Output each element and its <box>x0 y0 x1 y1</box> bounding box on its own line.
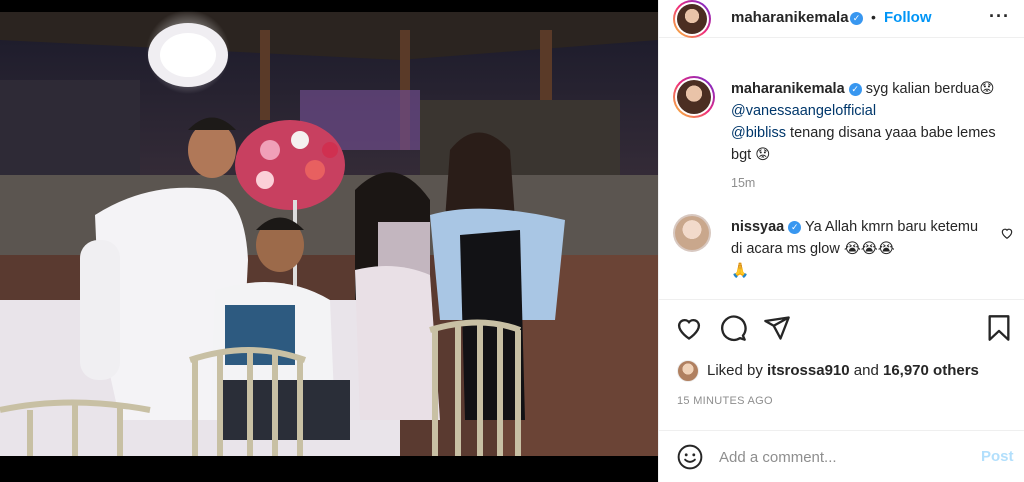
caption-body: syg kalian berdua <box>865 81 980 97</box>
likes-text[interactable]: Liked by itsrossa910 and 16,970 others <box>707 362 979 379</box>
commenter-avatar[interactable] <box>673 214 711 252</box>
caption-emoji: 😟 <box>755 147 771 163</box>
comment-emoji: 🙏 <box>731 263 750 279</box>
share-icon[interactable] <box>763 314 791 342</box>
caption-time[interactable]: 15m <box>731 176 755 190</box>
post-timestamp[interactable]: 15 MINUTES AGO <box>677 395 773 407</box>
liker-avatar[interactable] <box>677 360 699 382</box>
post-photo-illustration <box>0 10 658 456</box>
comment-emoji: 😭😭😭 <box>843 241 895 257</box>
verified-badge-icon: ✓ <box>788 221 802 234</box>
caption-username[interactable]: maharanikemala <box>731 81 845 97</box>
likes-count[interactable]: 16,970 others <box>883 362 979 379</box>
post-header: maharanikemala ✓ • Follow ··· <box>659 0 1024 38</box>
comment-like-heart-icon[interactable] <box>1000 226 1014 240</box>
liker-username[interactable]: itsrossa910 <box>767 362 850 379</box>
add-comment-bar: Post <box>659 430 1024 482</box>
comment-text: nissyaa ✓ Ya Allah kmrn baru ketemu di a… <box>731 216 981 282</box>
emoji-icon[interactable] <box>677 444 703 470</box>
bookmark-icon[interactable] <box>985 314 1013 342</box>
more-horizontal-icon[interactable]: ··· <box>989 6 1010 27</box>
author-avatar[interactable] <box>673 0 711 38</box>
mention-link[interactable]: @bibliss <box>731 125 786 141</box>
verified-badge-icon: ✓ <box>850 12 863 25</box>
likes-prefix: Liked by <box>707 362 768 379</box>
comments-section: maharanikemala ✓ syg kalian berdua😟 @van… <box>659 38 1024 300</box>
commenter-username[interactable]: nissyaa <box>731 219 784 235</box>
verified-badge-icon: ✓ <box>848 83 862 96</box>
action-bar <box>659 300 1024 356</box>
caption-emoji: 😟 <box>979 81 995 97</box>
caption-text: maharanikemala ✓ syg kalian berdua😟 @van… <box>731 78 996 166</box>
header-separator: • <box>871 9 876 25</box>
post-photo[interactable] <box>0 0 658 482</box>
mention-link[interactable]: @vanessaangelofficial <box>731 103 876 119</box>
caption-avatar[interactable] <box>673 76 715 118</box>
likes-middle: and <box>849 362 883 379</box>
comment-icon[interactable] <box>719 314 747 342</box>
comment-input[interactable] <box>719 445 959 469</box>
heart-icon[interactable] <box>675 314 703 342</box>
post-sidebar: maharanikemala ✓ • Follow ··· maharanike… <box>658 0 1024 482</box>
post-comment-button[interactable]: Post <box>981 448 1014 465</box>
author-username[interactable]: maharanikemala <box>731 9 849 26</box>
follow-button[interactable]: Follow <box>884 9 932 26</box>
